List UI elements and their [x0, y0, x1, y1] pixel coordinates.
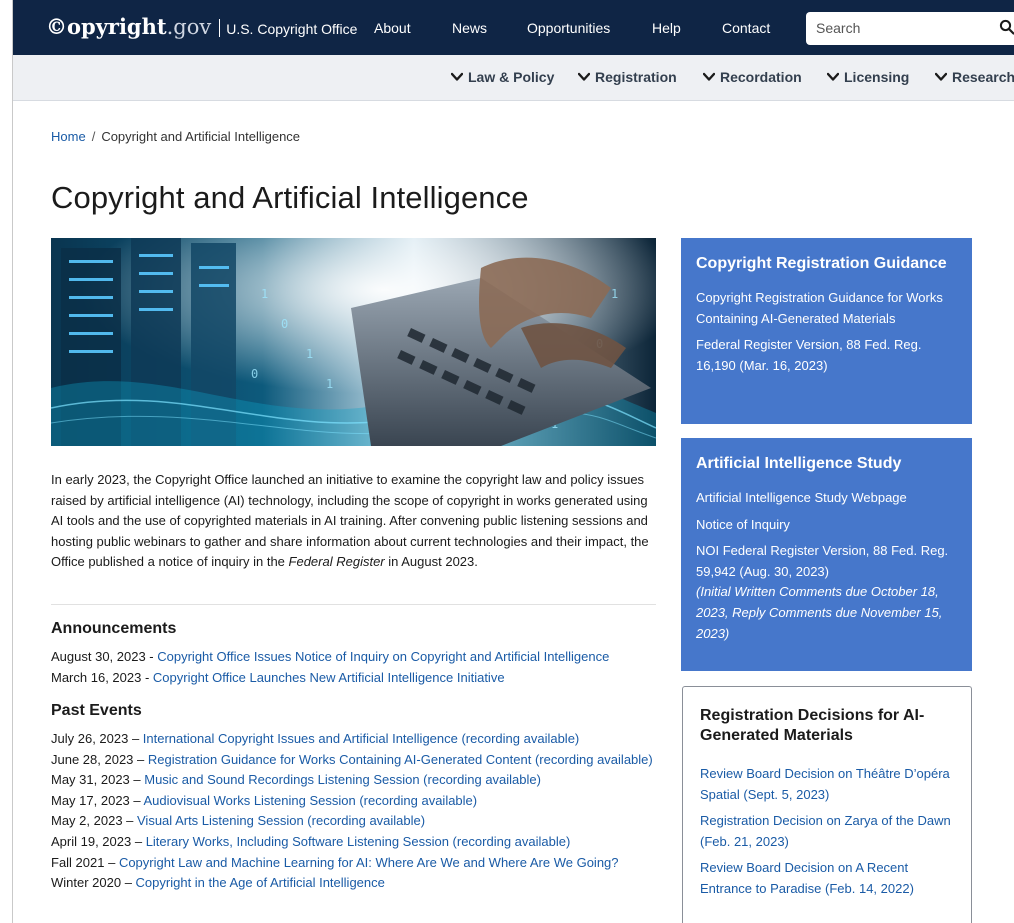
- card-link[interactable]: Review Board Decision on A Recent Entran…: [700, 858, 955, 899]
- event-link[interactable]: Music and Sound Recordings Listening Ses…: [144, 772, 541, 787]
- announcement-date: August 30, 2023 -: [51, 649, 158, 664]
- event-link[interactable]: Audiovisual Works Listening Session (rec…: [144, 793, 478, 808]
- chevron-down-icon: [935, 72, 947, 81]
- breadcrumb-current: Copyright and Artificial Intelligence: [101, 129, 301, 144]
- site-header: ©opyright .gov U.S. Copyright Office Abou…: [13, 0, 1014, 55]
- secondary-nav: Law & Policy Registration Recordation Li…: [13, 55, 1014, 101]
- subnav-research[interactable]: Research: [935, 69, 1014, 85]
- site-logo[interactable]: ©opyright .gov U.S. Copyright Office: [46, 14, 357, 42]
- card-link[interactable]: Notice of Inquiry: [696, 515, 958, 536]
- event-link[interactable]: Visual Arts Listening Session (recording…: [137, 813, 425, 828]
- svg-text:1: 1: [611, 287, 618, 301]
- page-title: Copyright and Artificial Intelligence: [51, 180, 529, 215]
- intro-emphasis: Federal Register: [288, 554, 385, 570]
- nav-about[interactable]: About: [374, 20, 411, 36]
- card-link[interactable]: Artificial Intelligence Study Webpage: [696, 488, 958, 509]
- list-item: March 16, 2023 - Copyright Office Launch…: [51, 668, 661, 689]
- breadcrumb: Home / Copyright and Artificial Intelligen…: [51, 129, 300, 144]
- event-date: May 31, 2023 –: [51, 772, 145, 788]
- list-item: Winter 2020 – Copyright in the Age of Ar…: [51, 873, 661, 894]
- subnav-recordation[interactable]: Recordation: [703, 69, 802, 85]
- list-item: May 2, 2023 – Visual Arts Listening Sess…: [51, 811, 661, 832]
- past-events-list: July 26, 2023 – International Copyright …: [51, 729, 661, 894]
- svg-text:0: 0: [251, 367, 258, 381]
- logo-divider: [219, 19, 221, 37]
- past-events-heading: Past Events: [51, 702, 142, 719]
- chevron-down-icon: [578, 72, 590, 81]
- logo-domain: .gov: [166, 15, 212, 39]
- chevron-down-icon: [827, 72, 839, 81]
- announcements-list: August 30, 2023 - Copyright Office Issue…: [51, 647, 661, 688]
- subnav-label: Recordation: [720, 69, 802, 85]
- event-date: June 28, 2023 –: [51, 751, 148, 767]
- svg-text:0: 0: [281, 317, 288, 331]
- subnav-licensing[interactable]: Licensing: [827, 69, 909, 85]
- comment-deadline-note: (Initial Written Comments due October 18…: [696, 584, 943, 641]
- ai-laptop-illustration: 101 010 101: [51, 238, 656, 446]
- list-item: Fall 2021 – Copyright Law and Machine Le…: [51, 853, 661, 874]
- search-input[interactable]: [806, 12, 986, 43]
- card-link[interactable]: Review Board Decision on Théâtre D’opéra…: [700, 764, 955, 805]
- search-box: [806, 12, 1014, 45]
- list-item: May 17, 2023 – Audiovisual Works Listeni…: [51, 791, 661, 812]
- event-link[interactable]: International Copyright Issues and Artif…: [143, 731, 579, 746]
- subnav-label: Law & Policy: [468, 69, 555, 85]
- nav-contact[interactable]: Contact: [722, 20, 770, 36]
- subnav-registration[interactable]: Registration: [578, 69, 677, 85]
- intro-text-end: in August 2023.: [384, 554, 478, 570]
- event-link[interactable]: Literary Works, Including Software Liste…: [146, 834, 571, 849]
- event-date: Fall 2021 –: [51, 854, 119, 870]
- card-link[interactable]: Federal Register Version, 88 Fed. Reg. 1…: [696, 335, 958, 376]
- section-divider: [51, 604, 656, 605]
- logo-wordmark: ©opyright: [46, 14, 167, 39]
- nav-opportunities[interactable]: Opportunities: [527, 20, 610, 36]
- subnav-label: Licensing: [844, 69, 910, 85]
- office-name: U.S. Copyright Office: [226, 21, 358, 37]
- announcements-heading: Announcements: [51, 620, 177, 637]
- registration-decisions-card: Registration Decisions for AI-Generated …: [682, 686, 972, 923]
- list-item: August 30, 2023 - Copyright Office Issue…: [51, 647, 661, 668]
- card-link[interactable]: Registration Decision on Zarya of the Da…: [700, 811, 955, 852]
- announcement-link[interactable]: Copyright Office Launches New Artificial…: [153, 670, 505, 685]
- breadcrumb-home[interactable]: Home: [51, 129, 86, 144]
- event-date: Winter 2020 –: [51, 875, 136, 891]
- ai-study-card: Artificial Intelligence Study Artificial…: [681, 438, 972, 671]
- subnav-label: Research: [952, 69, 1014, 85]
- subnav-label: Registration: [595, 69, 677, 85]
- registration-guidance-card: Copyright Registration Guidance Copyrigh…: [681, 238, 972, 424]
- card-title: Artificial Intelligence Study: [696, 455, 902, 472]
- event-date: April 19, 2023 –: [51, 833, 146, 849]
- list-item: July 26, 2023 – International Copyright …: [51, 729, 661, 750]
- event-link[interactable]: Copyright Law and Machine Learning for A…: [119, 855, 619, 870]
- announcement-link[interactable]: Copyright Office Issues Notice of Inquir…: [157, 649, 609, 664]
- list-item: April 19, 2023 – Literary Works, Includi…: [51, 832, 661, 853]
- svg-text:1: 1: [261, 287, 268, 301]
- event-link[interactable]: Copyright in the Age of Artificial Intel…: [136, 875, 385, 890]
- hero-image: 101 010 101: [51, 238, 656, 446]
- list-item: May 31, 2023 – Music and Sound Recording…: [51, 770, 661, 791]
- chevron-down-icon: [451, 72, 463, 81]
- svg-text:1: 1: [326, 377, 333, 391]
- svg-text:1: 1: [306, 347, 313, 361]
- nav-help[interactable]: Help: [652, 20, 681, 36]
- subnav-law-policy[interactable]: Law & Policy: [451, 69, 554, 85]
- card-link[interactable]: Copyright Registration Guidance for Work…: [696, 288, 958, 329]
- event-date: July 26, 2023 –: [51, 731, 143, 746]
- chevron-down-icon: [703, 72, 715, 81]
- announcement-date: March 16, 2023 -: [51, 669, 153, 685]
- card-title: Registration Decisions for AI-Generated …: [700, 707, 925, 744]
- search-icon[interactable]: [999, 19, 1014, 35]
- nav-news[interactable]: News: [452, 20, 487, 36]
- intro-paragraph: In early 2023, the Copyright Office laun…: [51, 470, 661, 573]
- breadcrumb-separator: /: [91, 129, 96, 144]
- card-title: Copyright Registration Guidance: [696, 255, 947, 272]
- list-item: June 28, 2023 – Registration Guidance fo…: [51, 750, 661, 771]
- event-date: May 2, 2023 –: [51, 813, 137, 829]
- card-link[interactable]: NOI Federal Register Version, 88 Fed. Re…: [696, 543, 948, 579]
- event-link[interactable]: Registration Guidance for Works Containi…: [148, 752, 653, 767]
- event-date: May 17, 2023 –: [51, 792, 144, 808]
